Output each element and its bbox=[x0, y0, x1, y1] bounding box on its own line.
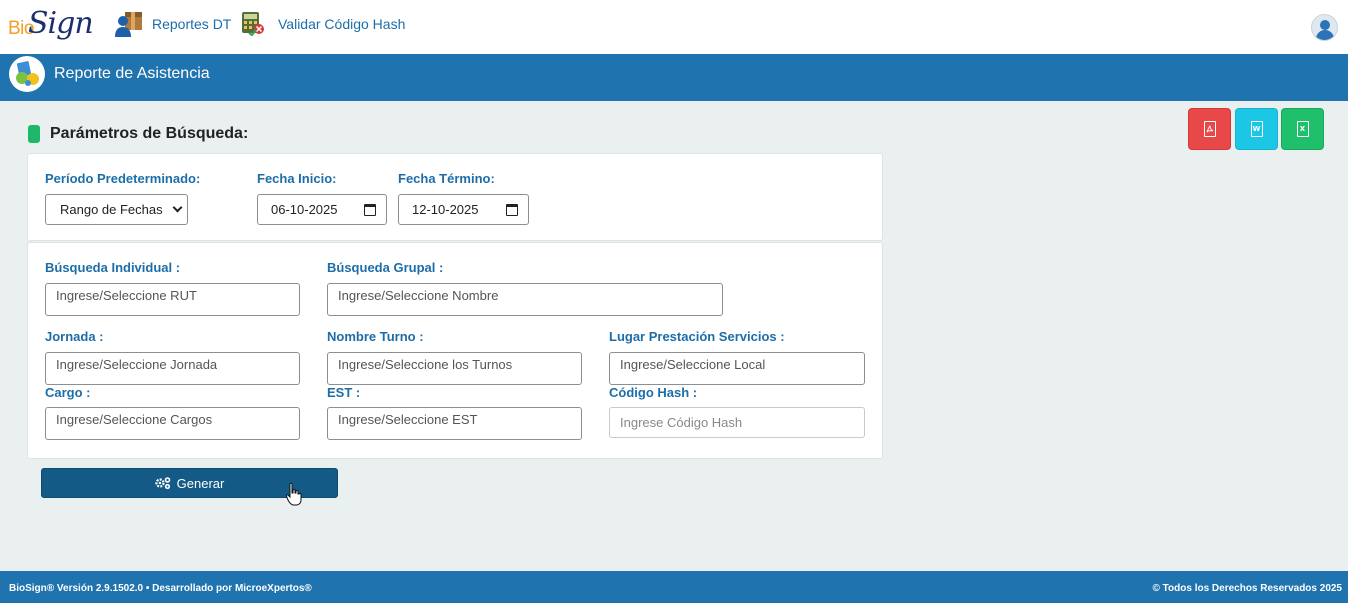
nav-reportes-dt[interactable]: Reportes DT bbox=[114, 10, 231, 38]
footer: BioSign® Versión 2.9.1502.0 • Desarrolla… bbox=[0, 571, 1348, 603]
shift-name-label: Nombre Turno : bbox=[327, 329, 424, 344]
name-search-placeholder: Ingrese/Seleccione Nombre bbox=[338, 288, 499, 303]
service-location-label: Lugar Prestación Servicios : bbox=[609, 329, 785, 344]
name-search-input[interactable]: Ingrese/Seleccione Nombre bbox=[327, 283, 723, 316]
start-date-value: 06-10-2025 bbox=[271, 202, 338, 217]
end-date-input[interactable]: 12-10-2025 bbox=[398, 194, 529, 225]
shift-placeholder: Ingrese/Seleccione los Turnos bbox=[338, 357, 513, 372]
shift-input[interactable]: Ingrese/Seleccione los Turnos bbox=[327, 352, 582, 385]
filters-panel: Búsqueda Individual : Ingrese/Seleccione… bbox=[27, 242, 883, 459]
cargo-label: Cargo : bbox=[45, 385, 91, 400]
calendar-icon[interactable] bbox=[506, 203, 518, 216]
generate-button-label: Generar bbox=[176, 475, 225, 491]
chevron-down-icon bbox=[172, 202, 183, 213]
section-marker bbox=[28, 125, 40, 143]
pdf-file-icon bbox=[1203, 121, 1216, 137]
section-title: Parámetros de Búsqueda: bbox=[50, 125, 249, 142]
location-placeholder: Ingrese/Seleccione Local bbox=[620, 357, 766, 372]
export-word-button[interactable]: W bbox=[1235, 108, 1278, 150]
period-label: Período Predeterminado: bbox=[45, 171, 201, 186]
period-select[interactable]: Rango de Fechas bbox=[45, 194, 188, 225]
jornada-label: Jornada : bbox=[45, 329, 104, 344]
avatar-body bbox=[1316, 30, 1334, 40]
user-avatar[interactable] bbox=[1311, 14, 1338, 41]
nav-reportes-dt-label: Reportes DT bbox=[152, 16, 232, 32]
export-excel-button[interactable]: X bbox=[1281, 108, 1324, 150]
est-input[interactable]: Ingrese/Seleccione EST bbox=[327, 407, 582, 440]
period-panel: Período Predeterminado: Rango de Fechas … bbox=[27, 153, 883, 241]
hash-code-placeholder: Ingrese Código Hash bbox=[620, 415, 743, 430]
start-date-input[interactable]: 06-10-2025 bbox=[257, 194, 387, 225]
end-date-label: Fecha Término: bbox=[398, 171, 495, 186]
est-placeholder: Ingrese/Seleccione EST bbox=[338, 412, 478, 427]
logo-sign-text: Sign bbox=[28, 6, 94, 41]
rut-search-placeholder: Ingrese/Seleccione RUT bbox=[56, 288, 197, 303]
footer-copyright: © Todos los Derechos Reservados 2025 bbox=[1152, 583, 1342, 594]
excel-file-icon: X bbox=[1296, 121, 1309, 137]
cargo-input[interactable]: Ingrese/Seleccione Cargos bbox=[45, 407, 300, 440]
jornada-input[interactable]: Ingrese/Seleccione Jornada bbox=[45, 352, 300, 385]
nav-validar-hash[interactable]: Validar Código Hash bbox=[240, 10, 405, 38]
footer-version: BioSign® Versión 2.9.1502.0 • Desarrolla… bbox=[9, 583, 312, 594]
nav-validar-hash-label: Validar Código Hash bbox=[278, 16, 406, 32]
hash-code-input[interactable]: Ingrese Código Hash bbox=[609, 407, 865, 438]
end-date-value: 12-10-2025 bbox=[412, 202, 479, 217]
top-navbar: Bio Sign Reportes DT Validar Código Hash bbox=[0, 0, 1348, 54]
est-label: EST : bbox=[327, 385, 361, 400]
calendar-icon[interactable] bbox=[364, 203, 376, 216]
gears-icon bbox=[155, 477, 170, 489]
rut-search-input[interactable]: Ingrese/Seleccione RUT bbox=[45, 283, 300, 316]
individual-search-label: Búsqueda Individual : bbox=[45, 260, 181, 275]
jornada-placeholder: Ingrese/Seleccione Jornada bbox=[56, 357, 218, 372]
calculator-icon bbox=[240, 10, 270, 38]
avatar-head bbox=[1320, 20, 1330, 30]
biosign-logo[interactable]: Bio Sign bbox=[8, 6, 94, 44]
cargo-placeholder: Ingrese/Seleccione Cargos bbox=[56, 412, 213, 427]
page-title: Reporte de Asistencia bbox=[54, 65, 210, 82]
location-input[interactable]: Ingrese/Seleccione Local bbox=[609, 352, 865, 385]
hand-cursor-icon bbox=[286, 482, 302, 506]
word-file-icon: W bbox=[1250, 121, 1263, 137]
start-date-label: Fecha Inicio: bbox=[257, 171, 337, 186]
report-app-icon bbox=[9, 56, 45, 92]
period-select-value: Rango de Fechas bbox=[60, 202, 163, 217]
export-pdf-button[interactable] bbox=[1188, 108, 1231, 150]
user-box-icon bbox=[114, 10, 144, 38]
page-header-bar: Reporte de Asistencia bbox=[0, 54, 1348, 101]
group-search-label: Búsqueda Grupal : bbox=[327, 260, 444, 275]
hash-code-label: Código Hash : bbox=[609, 385, 698, 400]
